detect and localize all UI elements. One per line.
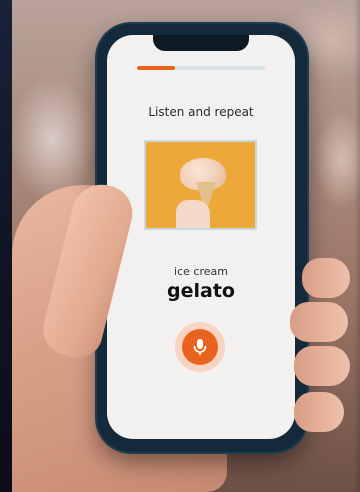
ice-cream-hand — [176, 200, 210, 228]
microphone-icon — [193, 339, 207, 356]
lesson-image — [144, 140, 257, 230]
background-edge — [354, 0, 360, 492]
lesson-progress-fill — [137, 66, 176, 70]
phone-device: Listen and repeat ice cream gelato — [97, 24, 307, 452]
finger — [294, 346, 350, 386]
phone-screen: Listen and repeat ice cream gelato — [107, 35, 295, 439]
finger — [294, 392, 344, 432]
record-button[interactable] — [182, 329, 218, 365]
background-strip — [0, 0, 12, 492]
target-word: gelato — [167, 280, 235, 302]
phone-notch — [153, 35, 249, 51]
finger — [302, 258, 350, 298]
lesson-progress-bar — [137, 66, 265, 70]
instruction-text: Listen and repeat — [148, 105, 254, 119]
finger — [290, 302, 348, 342]
translation-text: ice cream — [174, 265, 228, 278]
